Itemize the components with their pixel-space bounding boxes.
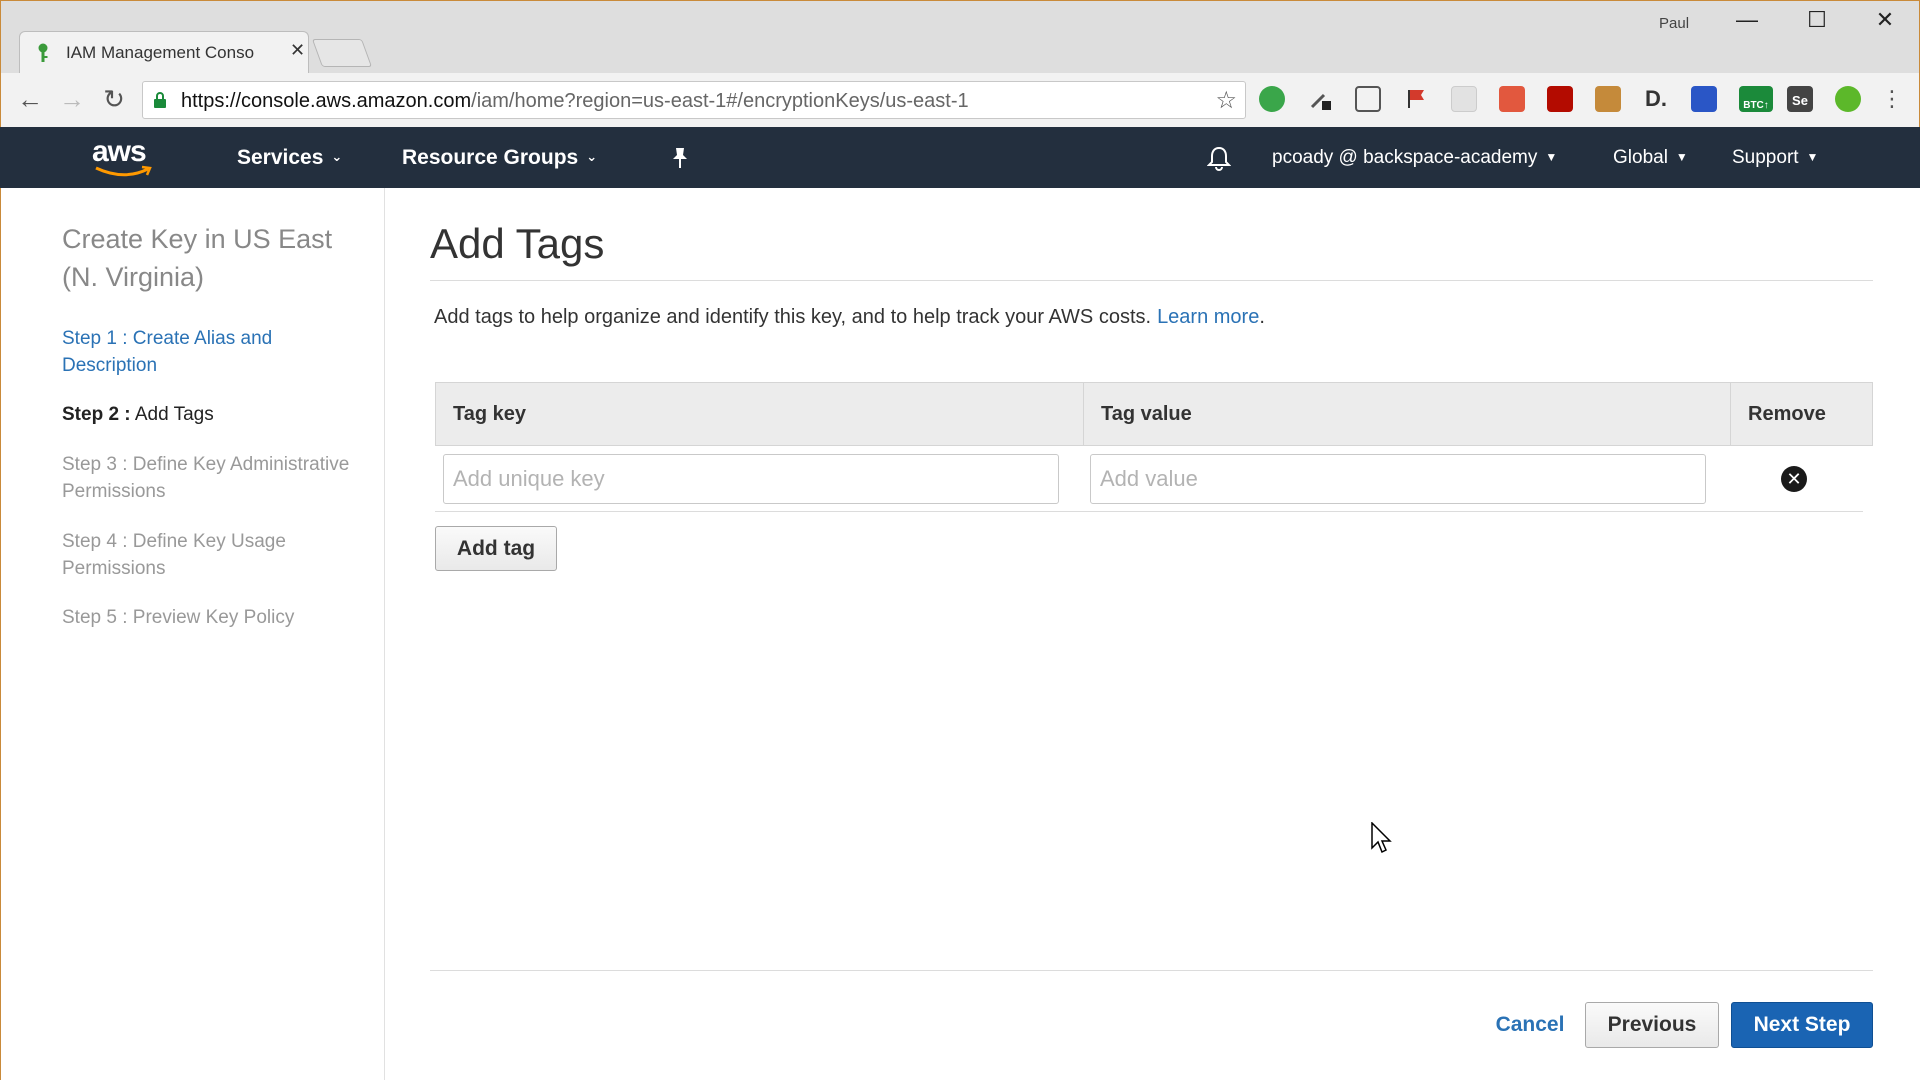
mouse-cursor-icon — [1371, 822, 1392, 854]
resource-groups-menu[interactable]: Resource Groups ⌄ — [402, 146, 597, 170]
step-number: Step 2 — [62, 404, 120, 425]
refresh-ext-icon[interactable] — [1259, 86, 1285, 112]
support-menu[interactable]: Support ▼ — [1732, 147, 1818, 169]
tag-key-input[interactable] — [443, 454, 1059, 504]
table-row: ✕ — [435, 446, 1863, 512]
aws-top-nav: aws Services ⌄ Resource Groups ⌄ pcoady @ … — [0, 127, 1920, 188]
title-divider — [430, 280, 1873, 281]
eyedropper-ext-icon[interactable] — [1307, 86, 1333, 112]
green-dot-ext-icon[interactable] — [1835, 86, 1861, 112]
close-window-icon[interactable]: ✕ — [1865, 7, 1905, 33]
services-menu[interactable]: Services ⌄ — [237, 146, 342, 170]
sidebar-step-3: Step 3 : Define Key Administrative Permi… — [62, 454, 350, 502]
url-host: https://console.aws.amazon.com — [181, 90, 472, 112]
sidebar-title: Create Key in US East (N. Virginia) — [62, 224, 333, 292]
account-label: pcoady @ backspace-academy — [1272, 147, 1538, 168]
aws-smile-icon — [95, 165, 152, 177]
browser-tab[interactable]: IAM Management Conso ✕ — [19, 31, 309, 73]
page-title: Add Tags — [430, 220, 605, 267]
chevron-down-icon: ⌄ — [331, 149, 343, 164]
remove-tag-icon[interactable]: ✕ — [1781, 466, 1807, 492]
selenium-ext-icon[interactable]: Se — [1787, 86, 1813, 112]
caret-down-icon: ▼ — [1545, 150, 1558, 164]
chevron-down-icon: ⌄ — [586, 149, 598, 164]
region-menu[interactable]: Global ▼ — [1613, 147, 1688, 169]
support-label: Support — [1732, 147, 1799, 168]
gift-ext-icon[interactable] — [1595, 86, 1621, 112]
caret-down-icon: ▼ — [1675, 150, 1688, 164]
cancel-button[interactable]: Cancel — [1480, 1004, 1580, 1046]
step-number: Step 4 — [62, 531, 117, 552]
tag-value-input[interactable] — [1090, 454, 1706, 504]
table-header: Tag key Tag value Remove — [435, 382, 1873, 446]
browser-chrome: IAM Management Conso ✕ Paul — ☐ ✕ ← → ↻ … — [0, 0, 1920, 128]
add-tag-button[interactable]: Add tag — [435, 526, 557, 571]
resource-groups-label: Resource Groups — [402, 146, 579, 169]
tab-strip: IAM Management Conso ✕ Paul — ☐ ✕ — [1, 1, 1919, 73]
address-bar[interactable]: https://console.aws.amazon.com/iam/home?… — [142, 81, 1246, 119]
browser-toolbar: ← → ↻ https://console.aws.amazon.com/iam… — [1, 73, 1919, 128]
learn-more-link[interactable]: Learn more — [1157, 306, 1259, 328]
services-label: Services — [237, 146, 324, 169]
sidebar-step-1[interactable]: Step 1 : Create Alias and Description — [62, 325, 362, 379]
region-label: Global — [1613, 147, 1668, 168]
step-text: Preview Key Policy — [132, 607, 295, 628]
reload-icon[interactable]: ↻ — [97, 85, 131, 113]
tags-table: Tag key Tag value Remove ✕ — [435, 382, 1873, 512]
sidebar-step-4: Step 4 : Define Key Usage Permissions — [62, 531, 286, 579]
sidebar-step-2: Step 2 : Add Tags — [62, 404, 214, 425]
pdf-ext-icon[interactable] — [1547, 86, 1573, 112]
book-ext-icon[interactable] — [1691, 86, 1717, 112]
wizard-sidebar: Create Key in US East (N. Virginia) Step… — [0, 188, 385, 1080]
step-text: Add Tags — [134, 404, 214, 425]
period-text: . — [1259, 306, 1265, 328]
btc-ext-icon[interactable]: BTC↑ — [1739, 86, 1773, 112]
tab-close-icon[interactable]: ✕ — [290, 40, 305, 61]
url-text: https://console.aws.amazon.com/iam/home?… — [181, 90, 969, 113]
maximize-icon[interactable]: ☐ — [1797, 7, 1837, 33]
description-text: Add tags to help organize and identify t… — [434, 306, 1152, 328]
step-number: Step 5 — [62, 607, 117, 628]
bookmark-star-icon[interactable]: ☆ — [1215, 86, 1237, 115]
column-header-tag-key: Tag key — [453, 403, 526, 425]
caret-down-icon: ▼ — [1806, 150, 1819, 164]
forward-icon[interactable]: → — [55, 85, 89, 113]
lock-icon — [154, 92, 166, 108]
column-header-remove: Remove — [1730, 383, 1872, 445]
key-favicon-icon — [38, 43, 48, 62]
pin-icon[interactable] — [670, 147, 690, 169]
column-header-tag-value: Tag value — [1083, 383, 1730, 445]
page-description: Add tags to help organize and identify t… — [434, 306, 1265, 329]
browser-menu-icon[interactable]: ⋮ — [1875, 85, 1909, 113]
previous-button[interactable]: Previous — [1585, 1002, 1719, 1048]
step-number: Step 3 — [62, 454, 117, 475]
profile-name[interactable]: Paul — [1659, 15, 1689, 32]
office-ext-icon[interactable] — [1499, 86, 1525, 112]
account-menu[interactable]: pcoady @ backspace-academy ▼ — [1272, 147, 1557, 169]
next-step-button[interactable]: Next Step — [1731, 1002, 1873, 1048]
tab-title: IAM Management Conso — [66, 43, 255, 62]
back-icon[interactable]: ← — [13, 85, 47, 113]
flag-ext-icon[interactable] — [1403, 86, 1429, 112]
aws-logo-text: aws — [92, 135, 147, 168]
aws-logo[interactable]: aws — [92, 135, 156, 179]
sidebar-step-5: Step 5 : Preview Key Policy — [62, 607, 295, 628]
step-number: Step 1 — [62, 328, 117, 349]
screenshot-ext-icon[interactable] — [1355, 86, 1381, 112]
d-ext-icon[interactable]: D. — [1643, 86, 1669, 112]
minimize-icon[interactable]: — — [1727, 7, 1767, 33]
bell-icon[interactable] — [1207, 145, 1231, 171]
new-tab-button[interactable] — [311, 39, 373, 67]
grid-ext-icon[interactable] — [1451, 86, 1477, 112]
footer-divider — [430, 970, 1873, 971]
url-path: /iam/home?region=us-east-1#/encryptionKe… — [471, 90, 969, 112]
